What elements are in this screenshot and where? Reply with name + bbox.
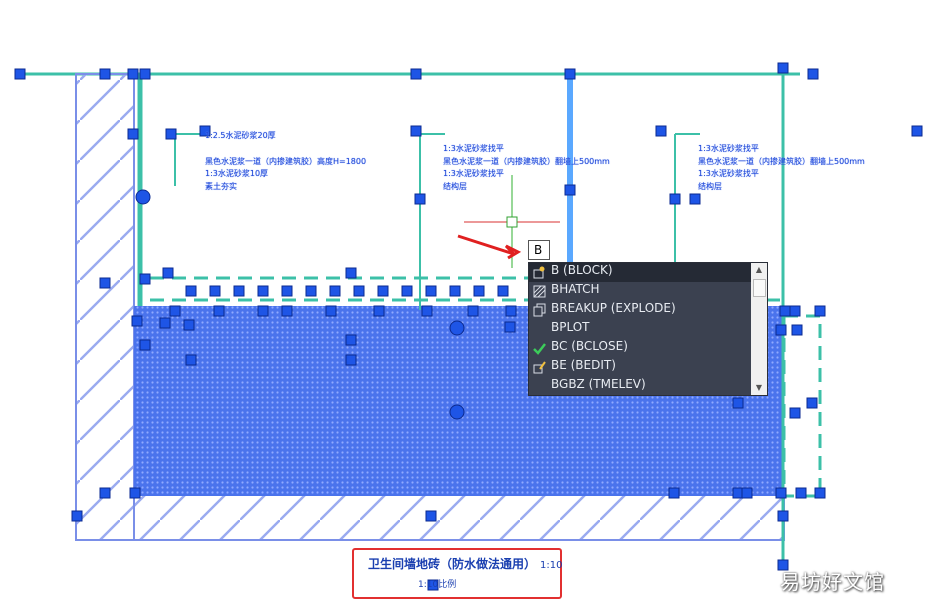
hatch-icon xyxy=(533,285,546,298)
autocomplete-scrollbar[interactable]: ▲ ▼ xyxy=(751,263,767,395)
note-mid-2: 1:3水泥砂浆找平 xyxy=(443,169,504,178)
note-left-2: 1:3水泥砂浆10厚 xyxy=(205,169,269,178)
scroll-down-arrow-icon[interactable]: ▼ xyxy=(751,381,767,395)
drawing-scale: 1:10 xyxy=(540,560,563,571)
autocomplete-item-label: BGBZ (TMELEV) xyxy=(551,377,646,391)
explode-icon xyxy=(533,303,546,317)
autocomplete-item-block[interactable]: B (BLOCK) xyxy=(529,263,767,282)
autocomplete-item-label: BHATCH xyxy=(551,282,600,296)
note-right-3: 结构层 xyxy=(698,182,722,191)
autocomplete-item-bclose[interactable]: BC (BCLOSE) xyxy=(529,339,767,358)
drawing-title: 卫生间墙地砖（防水做法通用） xyxy=(368,557,537,571)
note-right-1: 黑色水泥浆一道（内掺建筑胶）翻墙上500mm xyxy=(698,157,865,166)
autocomplete-item-bedit[interactable]: BE (BEDIT) xyxy=(529,358,767,377)
block-edit-icon xyxy=(533,361,546,374)
watermark-text: 易坊好文馆 xyxy=(780,570,885,594)
autocomplete-item-label: BE (BEDIT) xyxy=(551,358,616,372)
bottom-slab-hatch xyxy=(133,493,785,541)
left-wall-hatch xyxy=(75,73,135,541)
note-left-1: 黑色水泥浆一道（内掺建筑胶）高度H=1800 xyxy=(205,157,367,166)
cursor-pickbox xyxy=(506,216,518,228)
autocomplete-item-bgbz[interactable]: BGBZ (TMELEV) xyxy=(529,377,767,395)
autocomplete-item-breakup[interactable]: BREAKUP (EXPLODE) xyxy=(529,301,767,320)
scroll-thumb[interactable] xyxy=(753,279,766,297)
autocomplete-item-label: BPLOT xyxy=(551,320,590,334)
note-mid-3: 结构层 xyxy=(443,182,467,191)
note-mid-0: 1:3水泥砂浆找平 xyxy=(443,144,504,153)
autocomplete-item-bhatch[interactable]: BHATCH xyxy=(529,282,767,301)
red-arrow-annotation xyxy=(457,234,522,260)
autocomplete-item-label: BC (BCLOSE) xyxy=(551,339,628,353)
note-left-0: 1:2.5水泥砂浆20厚 xyxy=(205,131,276,140)
dynamic-command-input[interactable]: B xyxy=(528,240,550,260)
command-autocomplete-list[interactable]: B (BLOCK) BHATCH BREAKUP (EXPLODE) BPLOT… xyxy=(528,262,768,396)
note-right-2: 1:3水泥砂浆找平 xyxy=(698,169,759,178)
note-mid-1: 黑色水泥浆一道（内掺建筑胶）翻墙上500mm xyxy=(443,157,610,166)
note-left-3: 素土夯实 xyxy=(205,182,237,191)
note-right-0: 1:3水泥砂浆找平 xyxy=(698,144,759,153)
autocomplete-item-label: B (BLOCK) xyxy=(551,263,613,277)
drawing-subtitle: 1:10比例 xyxy=(418,580,457,590)
scroll-up-arrow-icon[interactable]: ▲ xyxy=(751,263,767,277)
block-icon xyxy=(533,266,545,279)
autocomplete-item-bplot[interactable]: BPLOT xyxy=(529,320,767,339)
cad-drawing-canvas[interactable] xyxy=(0,0,930,612)
checkmark-icon xyxy=(533,343,546,355)
autocomplete-item-label: BREAKUP (EXPLODE) xyxy=(551,301,676,315)
